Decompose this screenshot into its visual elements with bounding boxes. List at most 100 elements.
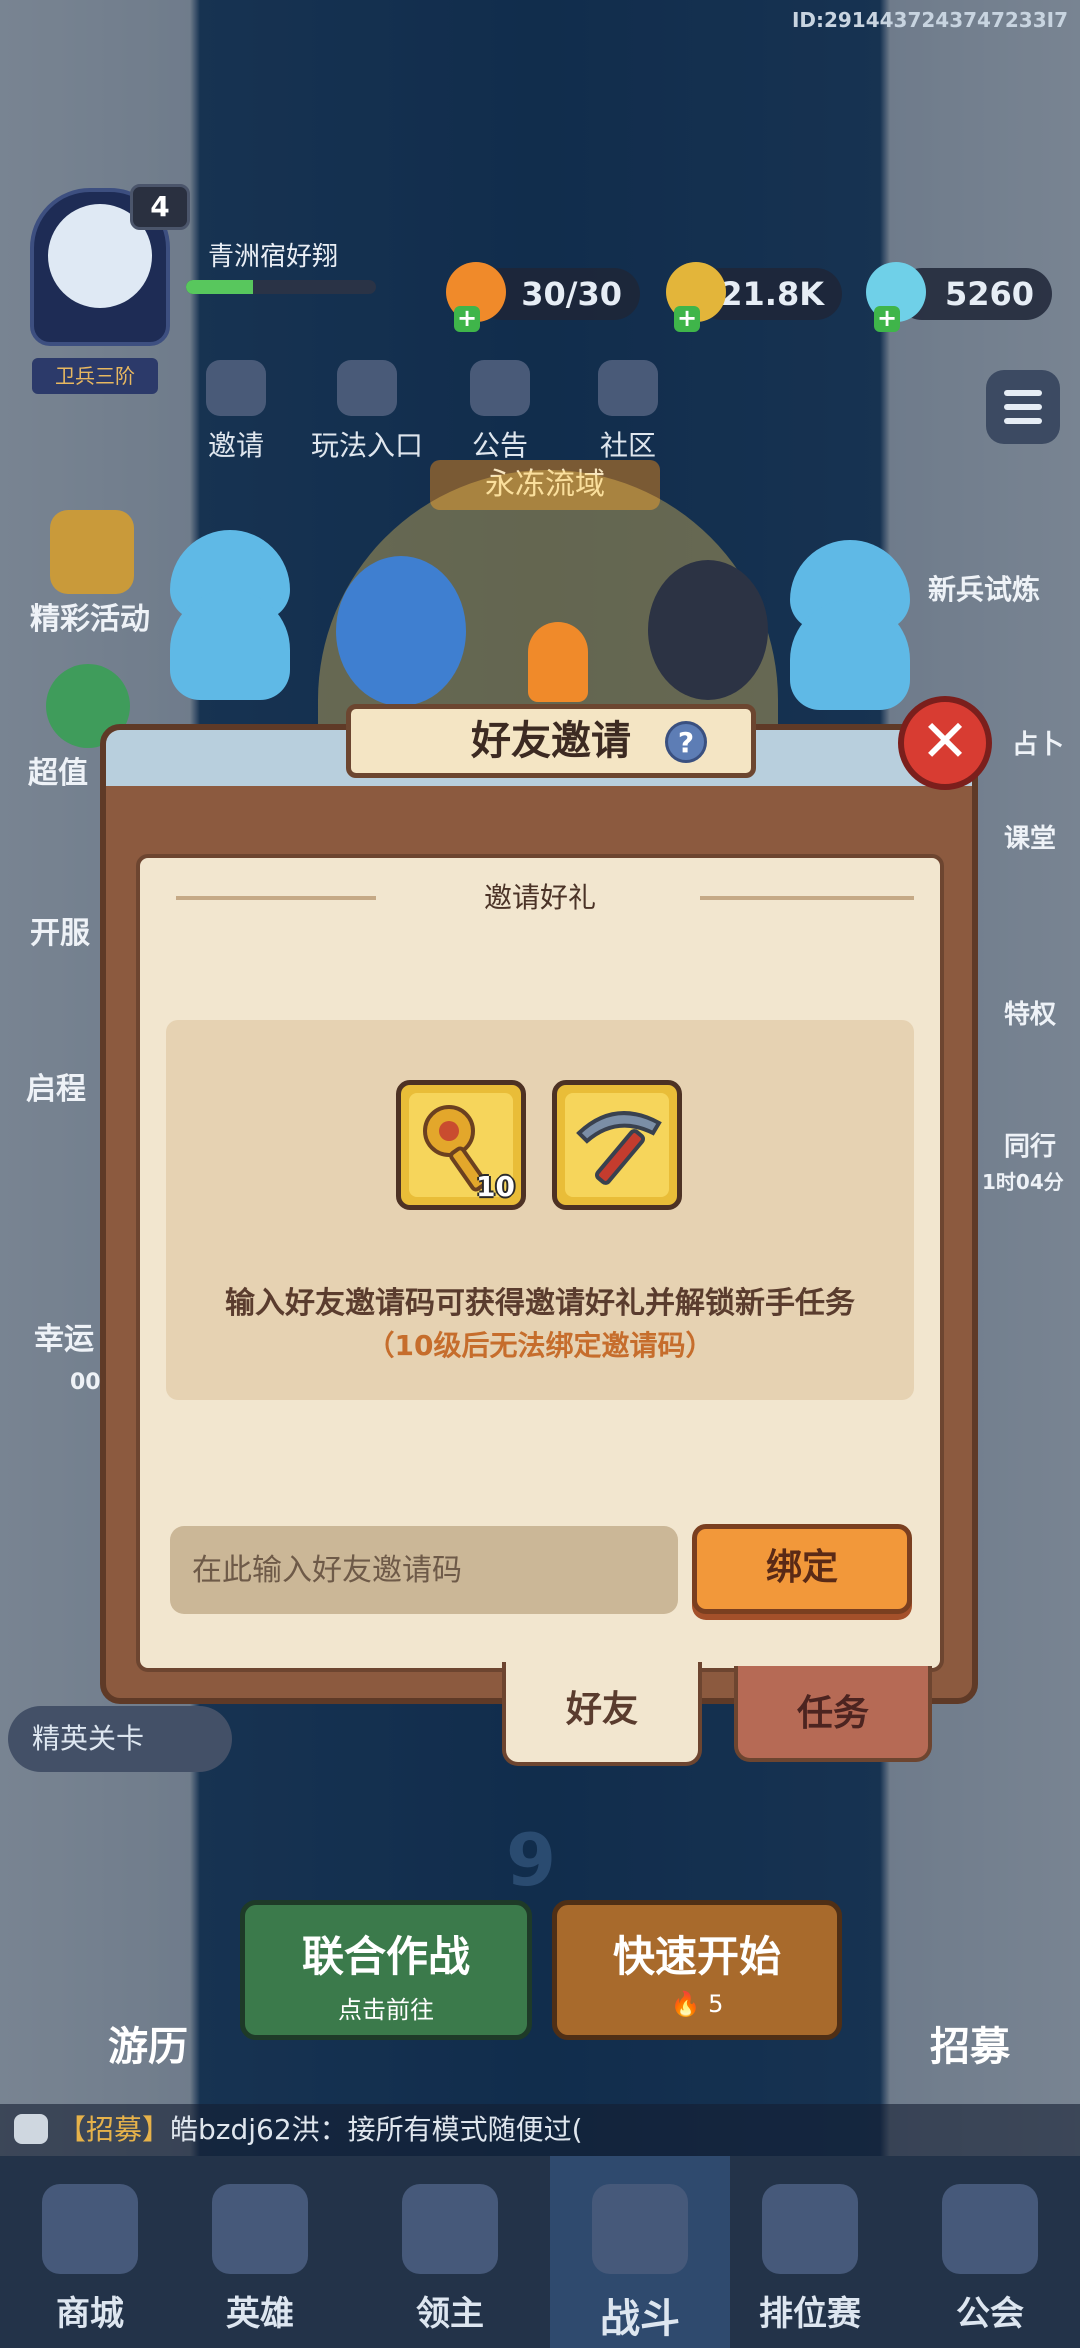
reward-slot-inner <box>565 1093 669 1197</box>
dialog-title-text: 好友邀请 <box>471 718 631 764</box>
add-gold-icon[interactable]: + <box>674 306 700 332</box>
heroes-icon <box>212 2184 308 2274</box>
reward-slot-pickaxe[interactable] <box>552 1080 682 1210</box>
quick-start-cost: 5 <box>708 1990 724 2018</box>
guild-icon <box>942 2184 1038 2274</box>
classroom-label[interactable]: 课堂 <box>1004 818 1056 855</box>
events-label[interactable]: 精彩活动 <box>30 594 150 638</box>
elite-stage-label: 精英关卡 <box>32 1722 145 1755</box>
battle-icon <box>592 2184 688 2274</box>
quick-start-cost-row: 🔥 5 <box>557 1990 837 2018</box>
quick-start-button[interactable]: 快速开始 🔥 5 <box>552 1900 842 2040</box>
nav-shop[interactable]: 商城 <box>0 2156 180 2348</box>
flame-icon: 🔥 <box>670 1990 701 2018</box>
bottom-nav: 商城 英雄 领主 战斗 排位赛 公会 <box>0 2156 1080 2348</box>
megaphone-icon <box>470 360 530 416</box>
player-name: 青洲宿好翔 <box>208 242 339 272</box>
menu-line-icon <box>1004 404 1042 410</box>
section-divider-right <box>700 896 914 900</box>
xp-bar-fill <box>186 280 253 294</box>
nav-heroes[interactable]: 英雄 <box>170 2156 350 2348</box>
divination-label[interactable]: 占卜 <box>1012 724 1064 761</box>
invite-icon <box>206 360 266 416</box>
companion-timer: 1时04分 <box>982 1170 1064 1194</box>
shop-icon <box>42 2184 138 2274</box>
invite-level-warning: （10级后无法绑定邀请码） <box>366 1329 714 1362</box>
stamina-counter[interactable]: + 30/30 <box>446 262 640 332</box>
rank-banner: 卫兵三阶 <box>32 358 158 394</box>
privilege-label[interactable]: 特权 <box>1004 994 1056 1031</box>
bind-button[interactable]: 绑定 <box>692 1524 912 1614</box>
nav-heroes-label: 英雄 <box>226 2294 294 2334</box>
lucky-timer: 00 <box>70 1370 101 1395</box>
journey-label[interactable]: 启程 <box>26 1064 86 1108</box>
nav-lord[interactable]: 领主 <box>360 2156 540 2348</box>
penguin-character <box>648 560 768 700</box>
close-button[interactable]: ✕ <box>898 696 992 790</box>
nav-guild-label: 公会 <box>956 2294 1024 2334</box>
coop-battle-button[interactable]: 联合作战 点击前往 <box>240 1900 532 2040</box>
invite-label: 邀请 <box>207 429 264 462</box>
quick-start-title: 快速开始 <box>612 1932 781 1981</box>
pickaxe-icon <box>576 1111 662 1185</box>
ticker-message: 皓bzdj62洪：接所有模式随便过( <box>170 2113 583 2146</box>
gem-counter[interactable]: + 5260 <box>866 262 1052 332</box>
snowman-character <box>336 556 466 706</box>
lord-icon <box>402 2184 498 2274</box>
nav-lord-label: 领主 <box>416 2294 484 2334</box>
nav-shop-label: 商城 <box>56 2294 124 2334</box>
gameplay-icon <box>337 360 397 416</box>
invite-code-input[interactable] <box>170 1526 678 1614</box>
invite-menu[interactable]: 邀请 <box>196 360 276 464</box>
chat-icon <box>14 2114 48 2144</box>
nav-ranked[interactable]: 排位赛 <box>720 2156 900 2348</box>
add-stamina-icon[interactable]: + <box>454 306 480 332</box>
travel-label[interactable]: 游历 <box>108 2014 188 2072</box>
recruit-trial-label[interactable]: 新兵试炼 <box>928 568 1040 608</box>
nav-ranked-label: 排位赛 <box>759 2294 861 2334</box>
community-icon <box>598 360 658 416</box>
ranked-icon <box>762 2184 858 2274</box>
menu-line-icon <box>1004 390 1042 396</box>
tab-task[interactable]: 任务 <box>734 1666 932 1762</box>
nav-battle-label: 战斗 <box>600 2296 680 2342</box>
nav-battle[interactable]: 战斗 <box>550 2156 730 2348</box>
ticker-tag: 【招募】 <box>58 2113 171 2146</box>
recruit-label[interactable]: 招募 <box>930 2014 1010 2072</box>
coop-battle-title: 联合作战 <box>301 1932 470 1981</box>
add-gem-icon[interactable]: + <box>874 306 900 332</box>
chat-ticker[interactable]: 【招募】皓bzdj62洪：接所有模式随便过( <box>0 2104 1080 2156</box>
companion-label[interactable]: 同行 <box>1004 1126 1056 1163</box>
gold-counter[interactable]: + 21.8K <box>666 262 842 332</box>
reward-count: 10 <box>476 1170 515 1203</box>
reward-slot-key[interactable]: 10 <box>396 1080 526 1210</box>
coop-battle-subtitle: 点击前往 <box>338 1996 434 2024</box>
xp-bar <box>186 280 376 294</box>
stamina-value: 30/30 <box>521 275 622 313</box>
gameplay-label: 玩法入口 <box>310 429 423 462</box>
menu-button[interactable] <box>986 370 1060 444</box>
server-open-label[interactable]: 开服 <box>30 908 90 952</box>
community-menu[interactable]: 社区 <box>590 360 666 464</box>
super-value-label[interactable]: 超值 <box>28 748 88 792</box>
player-level-badge: 4 <box>130 184 190 230</box>
snowy-tree-right <box>790 540 910 710</box>
nav-guild[interactable]: 公会 <box>900 2156 1080 2348</box>
invite-description: 输入好友邀请码可获得邀请好礼并解锁新手任务 <box>225 1286 855 1321</box>
help-icon[interactable]: ? <box>665 721 707 763</box>
gameplay-menu[interactable]: 玩法入口 <box>300 360 434 464</box>
campfire-icon <box>528 622 588 702</box>
dialog-title: 好友邀请 ? <box>346 704 756 778</box>
gold-value: 21.8K <box>720 275 824 313</box>
notice-menu[interactable]: 公告 <box>462 360 538 464</box>
menu-line-icon <box>1004 418 1042 424</box>
stage-number: 9 <box>506 1818 557 1902</box>
gem-value: 5260 <box>944 275 1034 313</box>
lucky-label[interactable]: 幸运 <box>34 1314 94 1358</box>
snowy-tree-left <box>170 530 290 700</box>
elite-stage-button[interactable]: 精英关卡 <box>8 1706 232 1772</box>
notice-label: 公告 <box>471 429 528 462</box>
user-id-label: ID:2914437243747233I7 <box>791 8 1068 32</box>
tab-friend[interactable]: 好友 <box>502 1662 702 1766</box>
events-icon[interactable] <box>50 510 134 594</box>
